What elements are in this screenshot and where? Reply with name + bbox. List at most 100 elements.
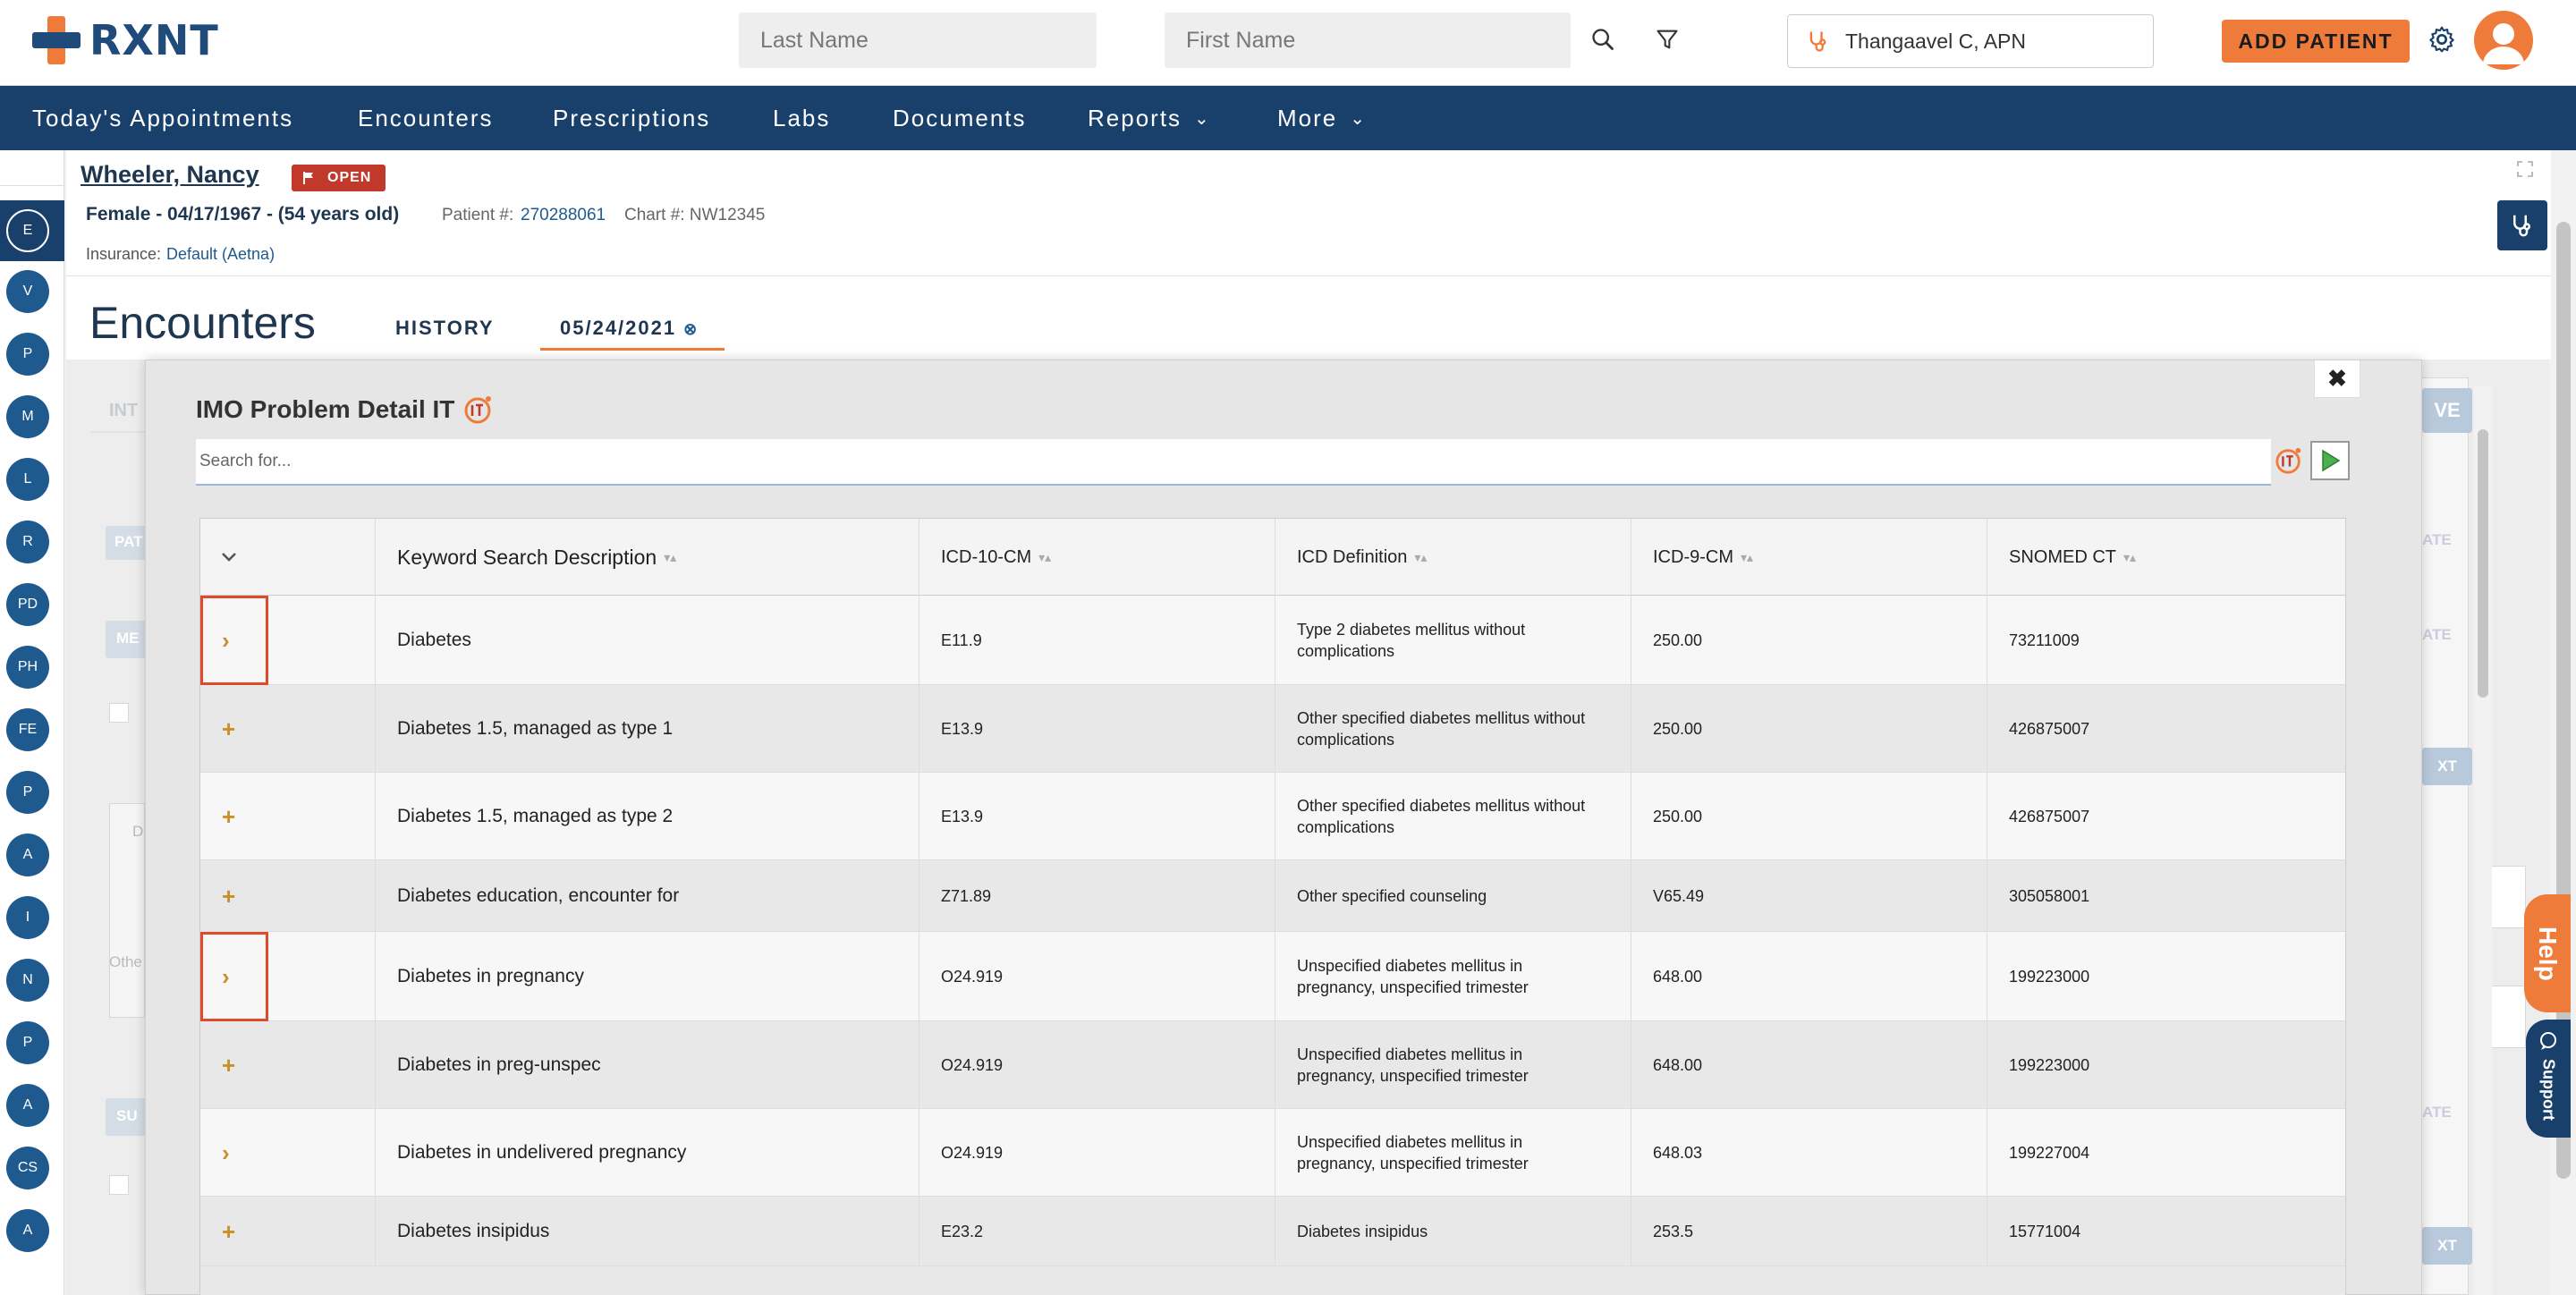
user-avatar[interactable] bbox=[2474, 11, 2533, 70]
gear-icon[interactable] bbox=[2424, 21, 2460, 57]
patient-number-label: Patient #: bbox=[442, 206, 514, 224]
left-rail: E V P M L R PD PH FE P A I N P A CS A bbox=[0, 150, 64, 1295]
insurance-link[interactable]: Default (Aetna) bbox=[166, 245, 275, 264]
row-expander[interactable]: + bbox=[200, 860, 376, 931]
nav-more[interactable]: More ⌄ bbox=[1277, 86, 1367, 150]
row-expander[interactable]: + bbox=[200, 1021, 376, 1108]
nav-encounters[interactable]: Encounters bbox=[358, 86, 494, 150]
snomed-cell: 15771004 bbox=[1987, 1197, 2345, 1265]
filter-icon[interactable] bbox=[1649, 21, 1685, 57]
icd9-cell: 648.00 bbox=[1631, 1021, 1987, 1108]
rail-button[interactable]: FE bbox=[6, 708, 49, 751]
nav-reports[interactable]: Reports ⌄ bbox=[1088, 86, 1211, 150]
search-icon[interactable] bbox=[1585, 21, 1621, 57]
icd9-cell: 250.00 bbox=[1631, 773, 1987, 859]
bg-other-text: Othe bbox=[109, 953, 142, 970]
expand-all-toggle[interactable] bbox=[200, 519, 376, 596]
status-badge: OPEN bbox=[292, 165, 386, 191]
rail-button[interactable]: V bbox=[6, 270, 49, 313]
table-row[interactable]: › Diabetes in undelivered pregnancy O24.91… bbox=[200, 1109, 2345, 1197]
patient-number-link[interactable]: 270288061 bbox=[521, 206, 606, 225]
bg-tab-text: INT bbox=[109, 401, 139, 420]
close-tab-icon[interactable]: ⊗ bbox=[683, 320, 699, 338]
snomed-cell: 199227004 bbox=[1987, 1109, 2345, 1196]
rail-button[interactable]: P bbox=[6, 1021, 49, 1064]
row-expander[interactable]: › bbox=[200, 1109, 376, 1196]
keyword-cell: Diabetes insipidus bbox=[376, 1197, 919, 1265]
clinical-tools-button[interactable] bbox=[2497, 200, 2547, 250]
rail-button[interactable]: I bbox=[6, 896, 49, 939]
icd9-cell: V65.49 bbox=[1631, 860, 1987, 931]
col-keyword[interactable]: Keyword Search Description ▾▴ bbox=[376, 519, 919, 596]
rail-button[interactable]: A bbox=[6, 1209, 49, 1252]
provider-selector[interactable]: Thangaavel C, APN bbox=[1787, 14, 2154, 68]
rail-button[interactable]: A bbox=[6, 834, 49, 876]
bg-btn-text: ME bbox=[116, 630, 140, 647]
rail-button[interactable]: P bbox=[6, 333, 49, 376]
rail-button[interactable]: CS bbox=[6, 1147, 49, 1189]
it-search-icon[interactable] bbox=[2275, 446, 2303, 479]
sort-icon: ▾▴ bbox=[2123, 549, 2137, 564]
table-row[interactable]: + Diabetes insipidus E23.2 Diabetes insipid… bbox=[200, 1197, 2345, 1266]
rail-button[interactable]: M bbox=[6, 395, 49, 438]
rail-button[interactable]: PH bbox=[6, 646, 49, 689]
imo-problem-dialog: ✖ IMO Problem Detail IT Keyword Search D… bbox=[145, 360, 2422, 1295]
problem-search-input[interactable] bbox=[196, 439, 2271, 486]
bg-date-text: ATE bbox=[2422, 626, 2452, 643]
table-row[interactable]: › Diabetes in pregnancy O24.919 Unspecified… bbox=[200, 932, 2345, 1021]
add-patient-button[interactable]: ADD PATIENT bbox=[2222, 20, 2410, 63]
nav-prescriptions[interactable]: Prescriptions bbox=[553, 86, 710, 150]
row-expander[interactable]: + bbox=[200, 1197, 376, 1265]
col-snomed[interactable]: SNOMED CT ▾▴ bbox=[1987, 519, 2345, 596]
icd10-cell: O24.919 bbox=[919, 1021, 1275, 1108]
rail-collapse-handle[interactable] bbox=[0, 150, 64, 186]
rail-button[interactable]: A bbox=[6, 1084, 49, 1127]
rail-button[interactable]: E bbox=[6, 209, 49, 252]
tab-encounter-date[interactable]: 05/24/2021 ⊗ bbox=[540, 311, 724, 351]
inner-scrollbar-thumb[interactable] bbox=[2478, 429, 2488, 698]
col-icd9[interactable]: ICD-9-CM ▾▴ bbox=[1631, 519, 1987, 596]
keyword-cell: Diabetes 1.5, managed as type 1 bbox=[376, 685, 919, 772]
support-tab[interactable]: Support bbox=[2526, 1020, 2571, 1138]
rail-button[interactable]: P bbox=[6, 771, 49, 814]
table-row[interactable]: + Diabetes education, encounter for Z71.89… bbox=[200, 860, 2345, 932]
table-row[interactable]: › Diabetes E11.9 Type 2 diabetes mellitus w… bbox=[200, 596, 2345, 685]
icd-definition-cell: Type 2 diabetes mellitus without complic… bbox=[1275, 596, 1631, 684]
table-row[interactable]: + Diabetes 1.5, managed as type 2 E13.9 Oth… bbox=[200, 773, 2345, 860]
tab-history[interactable]: HISTORY bbox=[395, 317, 495, 340]
rail-button[interactable]: PD bbox=[6, 583, 49, 626]
rail-button[interactable]: N bbox=[6, 959, 49, 1002]
keyword-cell: Diabetes education, encounter for bbox=[376, 860, 919, 931]
chevron-down-icon: ⌄ bbox=[1194, 108, 1211, 129]
nav-todays-appointments[interactable]: Today's Appointments bbox=[32, 86, 293, 150]
table-row[interactable]: + Diabetes in preg-unspec O24.919 Unspecifi… bbox=[200, 1021, 2345, 1109]
rail-button[interactable]: R bbox=[6, 521, 49, 563]
table-row[interactable]: + Diabetes 1.5, managed as type 1 E13.9 Oth… bbox=[200, 685, 2345, 773]
last-name-input[interactable] bbox=[739, 13, 1097, 68]
nav-documents[interactable]: Documents bbox=[893, 86, 1027, 150]
table-row[interactable] bbox=[200, 1266, 2345, 1295]
close-button[interactable]: ✖ bbox=[2314, 360, 2360, 398]
snomed-cell: 426875007 bbox=[1987, 685, 2345, 772]
expand-icon[interactable] bbox=[2517, 161, 2533, 182]
keyword-cell: Diabetes 1.5, managed as type 2 bbox=[376, 773, 919, 859]
first-name-input[interactable] bbox=[1165, 13, 1571, 68]
patient-name-link[interactable]: Wheeler, Nancy bbox=[80, 161, 259, 189]
nav-labs[interactable]: Labs bbox=[773, 86, 830, 150]
search-go-button[interactable] bbox=[2310, 441, 2350, 480]
help-tab[interactable]: Help bbox=[2524, 894, 2571, 1012]
patient-demographics: Female - 04/17/1967 - (54 years old) bbox=[86, 204, 400, 224]
sort-icon: ▾▴ bbox=[664, 549, 677, 564]
col-icd-definition[interactable]: ICD Definition ▾▴ bbox=[1275, 519, 1631, 596]
icd10-cell: E13.9 bbox=[919, 685, 1275, 772]
col-icd10[interactable]: ICD-10-CM ▾▴ bbox=[919, 519, 1275, 596]
rxnt-logo[interactable]: RXNT bbox=[30, 13, 219, 68]
dialog-title: IMO Problem Detail IT bbox=[196, 394, 494, 425]
row-expander[interactable]: + bbox=[200, 773, 376, 859]
insurance-label: Insurance: bbox=[86, 245, 162, 263]
table-header: Keyword Search Description ▾▴ ICD-10-CM ▾▴… bbox=[200, 519, 2345, 596]
rail-button[interactable]: L bbox=[6, 458, 49, 501]
row-expander[interactable]: + bbox=[200, 685, 376, 772]
icd-definition-cell: Other specified counseling bbox=[1275, 860, 1631, 931]
chevron-down-icon bbox=[222, 553, 236, 562]
